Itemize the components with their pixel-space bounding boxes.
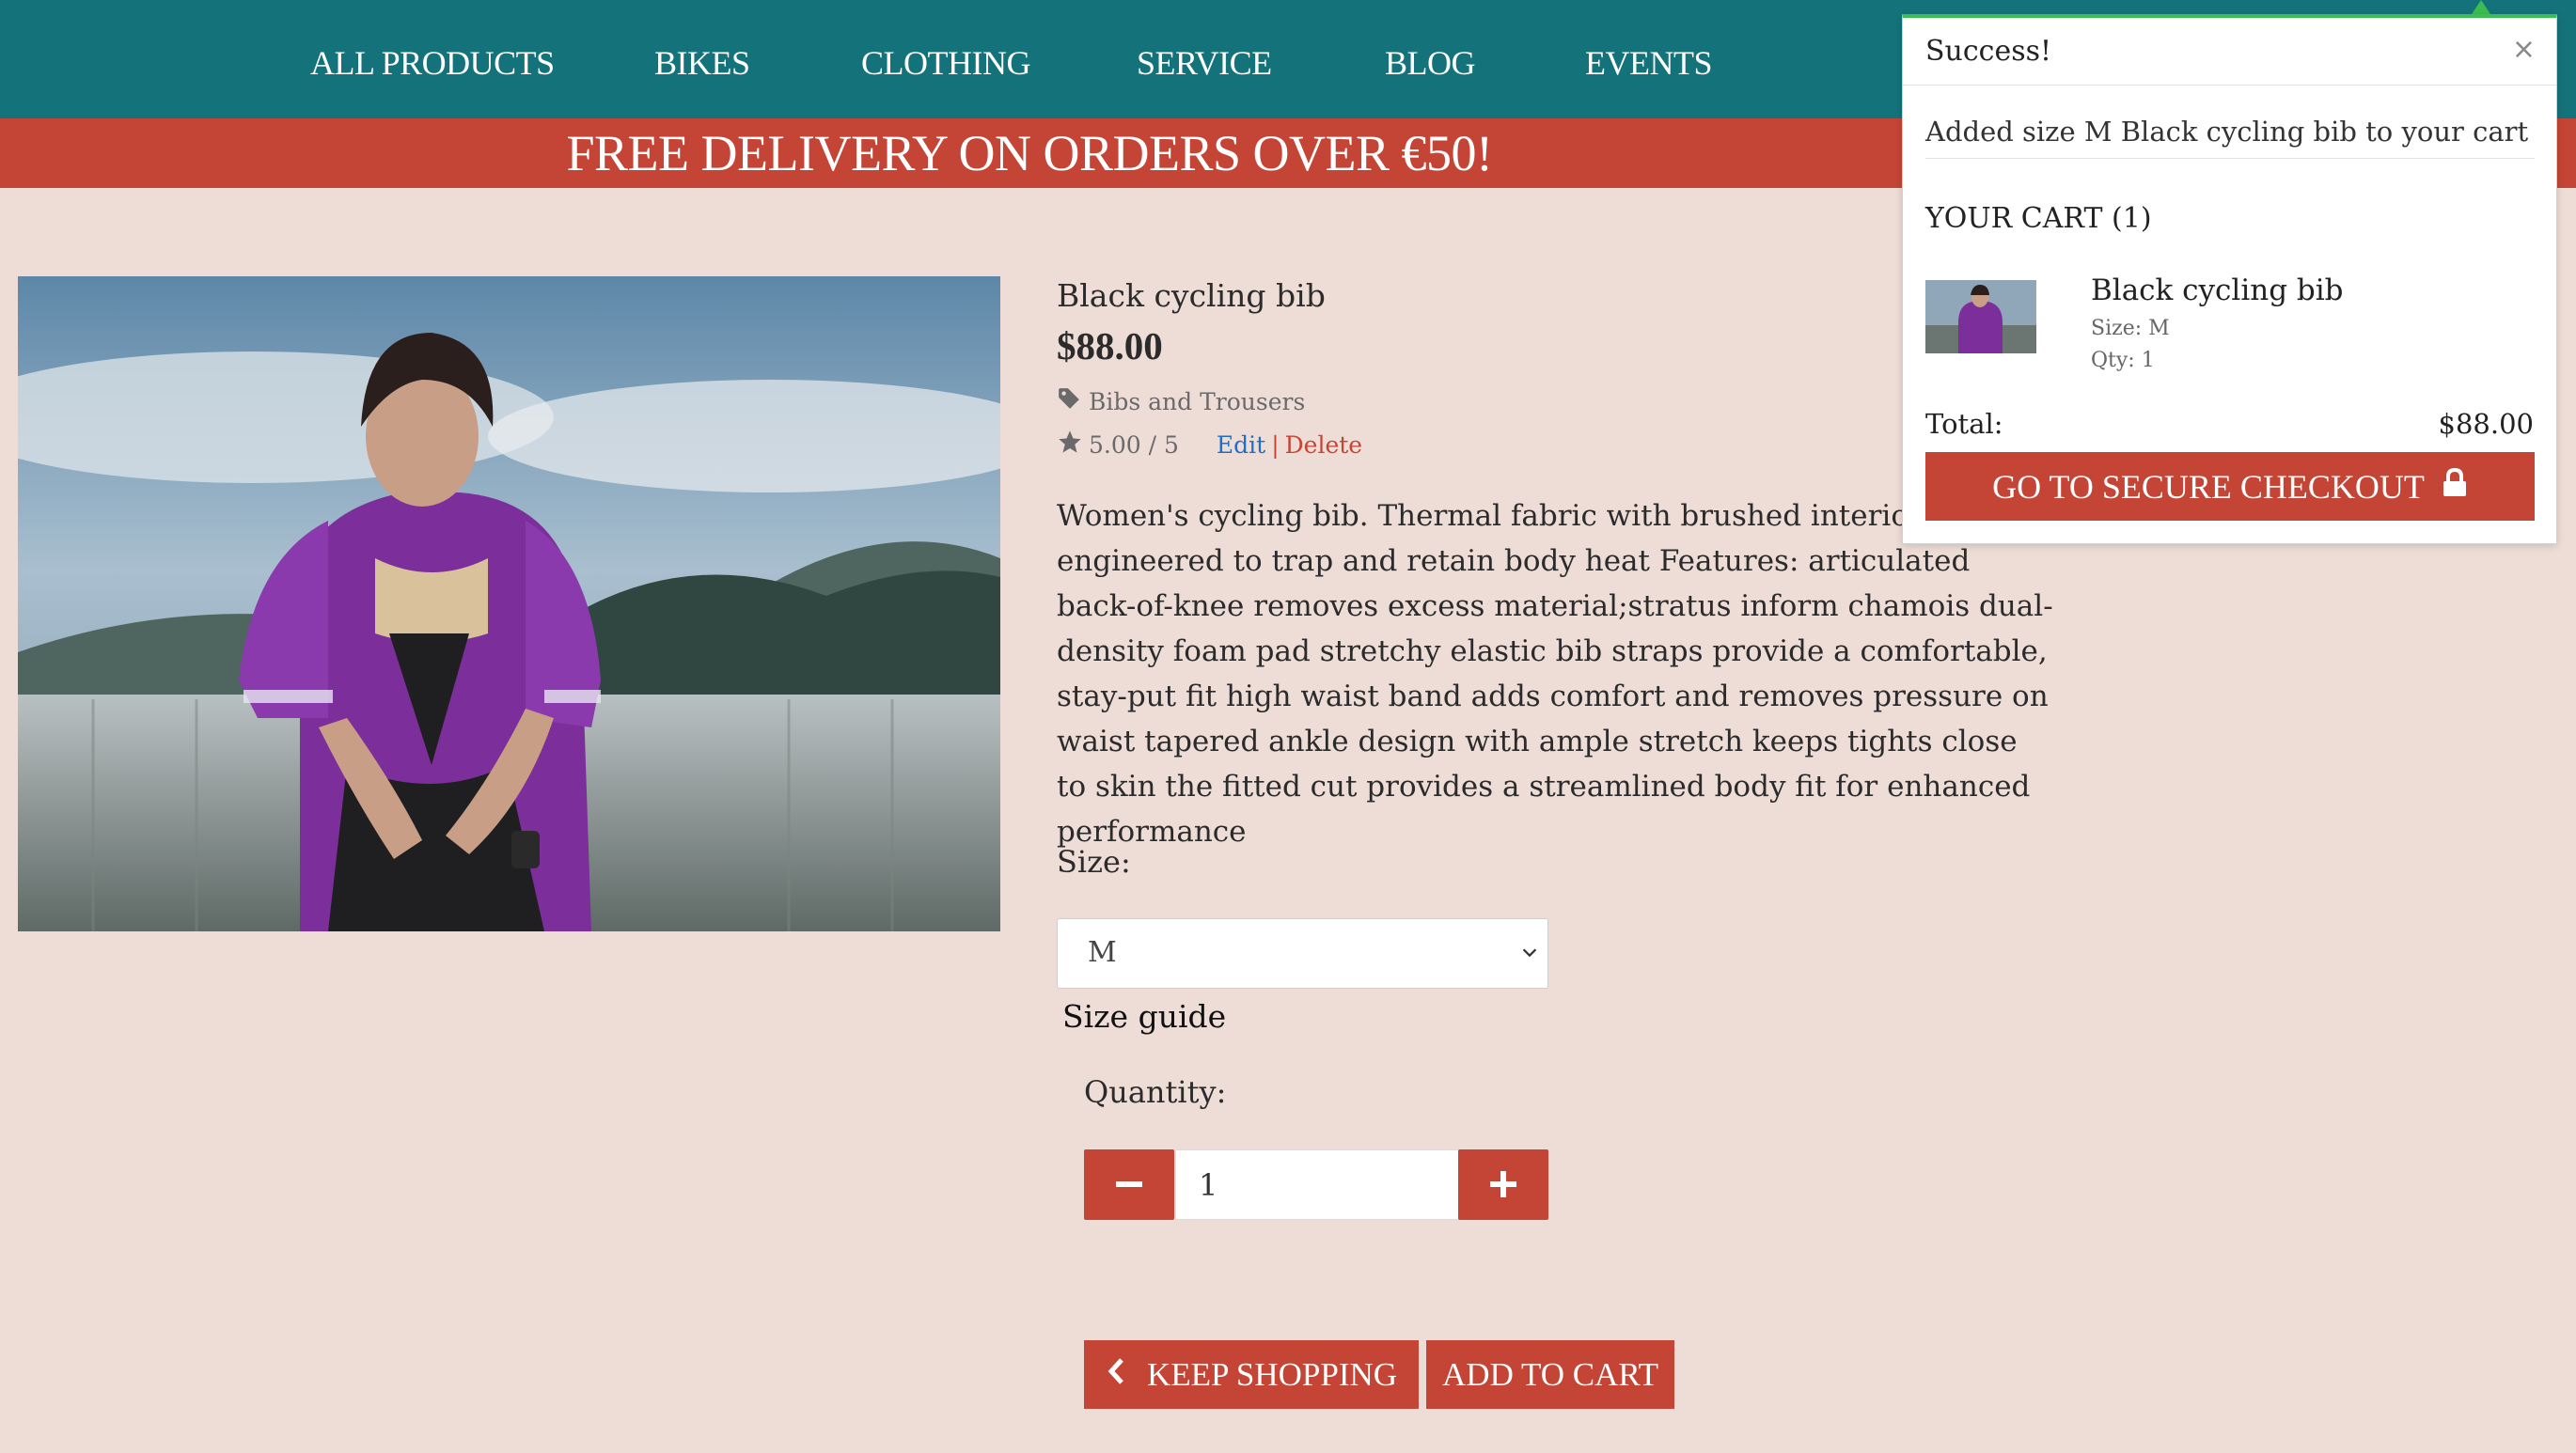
- cart-item-name: Black cycling bib: [2091, 273, 2344, 307]
- checkout-label: GO TO SECURE CHECKOUT: [1992, 467, 2425, 506]
- add-to-cart-button[interactable]: ADD TO CART: [1426, 1340, 1674, 1409]
- toast-title: Success!: [1925, 35, 2052, 68]
- quantity-decrement-button[interactable]: [1084, 1149, 1174, 1220]
- toast-header: Success! ×: [1903, 18, 2556, 86]
- keep-shopping-button[interactable]: KEEP SHOPPING: [1084, 1340, 1419, 1409]
- cart-item-thumbnail: [1925, 280, 2036, 353]
- size-guide-link[interactable]: Size guide: [1062, 998, 1226, 1035]
- lock-icon: [2442, 467, 2468, 507]
- size-select-value: M: [1088, 936, 1117, 969]
- delete-link[interactable]: Delete: [1285, 431, 1362, 459]
- chevron-left-icon: [1106, 1356, 1126, 1394]
- product-description: Women's cycling bib. Thermal fabric with…: [1057, 499, 2053, 849]
- cart-total-value: $88.00: [2438, 408, 2534, 440]
- keep-shopping-label: KEEP SHOPPING: [1146, 1355, 1398, 1393]
- size-label: Size:: [1057, 844, 1131, 880]
- product-image: [18, 276, 1000, 931]
- quantity-input[interactable]: [1175, 1149, 1459, 1220]
- product-category[interactable]: Bibs and Trousers: [1057, 386, 1305, 416]
- quantity-label: Quantity:: [1084, 1074, 1227, 1110]
- nav-clothing[interactable]: CLOTHING: [861, 39, 1030, 86]
- rating-value: 5.00 / 5: [1089, 430, 1179, 459]
- nav-events[interactable]: EVENTS: [1585, 39, 1713, 86]
- product-name: Black cycling bib: [1057, 277, 1326, 314]
- cart-success-toast: Success! × Added size M Black cycling bi…: [1902, 14, 2557, 544]
- quantity-increment-button[interactable]: [1458, 1149, 1548, 1220]
- nav-blog[interactable]: BLOG: [1385, 39, 1476, 86]
- tag-icon: [1057, 386, 1081, 416]
- secure-checkout-button[interactable]: GO TO SECURE CHECKOUT: [1925, 452, 2535, 521]
- close-icon[interactable]: ×: [2512, 33, 2536, 66]
- toast-message: Added size M Black cycling bib to your c…: [1925, 116, 2535, 159]
- cart-total-label: Total:: [1925, 408, 2003, 440]
- nav-bikes[interactable]: BIKES: [654, 39, 750, 86]
- category-label: Bibs and Trousers: [1089, 387, 1306, 415]
- rating-row: 5.00 / 5 Edit | Delete: [1057, 429, 1362, 461]
- star-icon: [1057, 429, 1083, 461]
- nav-all-products[interactable]: ALL PRODUCTS: [310, 39, 555, 86]
- cart-item-qty: Qty: 1: [2091, 349, 2155, 372]
- nav-service[interactable]: SERVICE: [1137, 39, 1272, 86]
- cart-heading: YOUR CART (1): [1925, 202, 2152, 235]
- toast-arrow: [2472, 0, 2490, 14]
- link-separator: |: [1271, 430, 1280, 459]
- product-price: $88.00: [1057, 324, 1163, 367]
- cart-item-size: Size: M: [2091, 317, 2170, 340]
- size-select[interactable]: M: [1057, 918, 1548, 989]
- edit-link[interactable]: Edit: [1217, 431, 1265, 459]
- chevron-down-icon: [1519, 942, 1540, 966]
- promo-text: FREE DELIVERY ON ORDERS OVER €50!: [566, 125, 1493, 181]
